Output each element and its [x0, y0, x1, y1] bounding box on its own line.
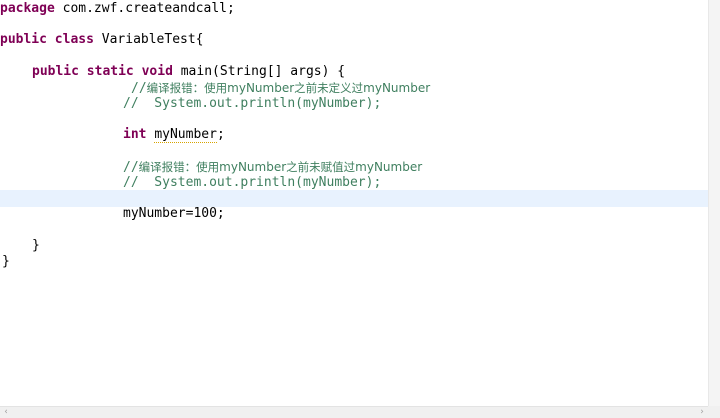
code-line-comment-undefined[interactable]: //编译报错：使用myNumber之前未定义过myNumber	[131, 80, 430, 96]
code-line-class-declaration[interactable]: public class VariableTest{	[0, 32, 204, 48]
code-line-commented-println[interactable]: // System.out.println(myNumber);	[123, 175, 381, 191]
keyword-void: void	[141, 64, 173, 79]
code-line-assignment[interactable]: myNumber=100;	[123, 206, 225, 222]
current-line-highlight	[0, 190, 708, 207]
vertical-scrollbar[interactable]	[708, 0, 720, 406]
comment-text-cn: 之前未定义过	[294, 81, 364, 95]
keyword-static: static	[86, 64, 134, 79]
keyword-class: class	[54, 32, 94, 47]
comment-text-cn: 之前未赋值过	[286, 160, 356, 174]
keyword-package: package	[0, 1, 55, 16]
code-line-method-close-brace[interactable]: }	[32, 238, 40, 254]
code-line-int-declaration[interactable]: int myNumber;	[123, 127, 225, 143]
comment-text-cn: 编译报错：使用	[146, 81, 228, 95]
variable-mynumber-warning[interactable]: myNumber	[154, 127, 217, 143]
comment-slashes: //	[123, 160, 139, 175]
keyword-public: public	[0, 32, 47, 47]
code-line-comment-unassigned[interactable]: //编译报错：使用myNumber之前未赋值过myNumber	[123, 159, 422, 175]
semicolon: ;	[216, 127, 225, 142]
code-line-main-method[interactable]: public static void main(String[] args) {	[32, 64, 345, 80]
code-line-commented-println[interactable]: // System.out.println(myNumber);	[123, 96, 381, 112]
scroll-left-arrow-icon[interactable]: ‹	[0, 407, 12, 418]
keyword-int: int	[123, 127, 147, 142]
comment-identifier: myNumber	[219, 160, 287, 174]
comment-slashes: //	[131, 81, 147, 96]
code-line-package[interactable]: package com.zwf.createandcall;	[0, 1, 235, 17]
keyword-public: public	[32, 64, 79, 79]
comment-identifier: myNumber	[227, 81, 295, 95]
comment-identifier: myNumber	[363, 81, 431, 95]
package-name: com.zwf.createandcall;	[54, 1, 235, 16]
code-editor[interactable]: package com.zwf.createandcall; public cl…	[0, 0, 708, 406]
code-line-class-close-brace[interactable]: }	[2, 254, 10, 270]
comment-identifier: myNumber	[355, 160, 423, 174]
scroll-right-arrow-icon[interactable]: ›	[696, 407, 708, 418]
comment-text-cn: 编译报错：使用	[138, 160, 220, 174]
method-signature: main(String[] args) {	[172, 64, 346, 79]
horizontal-scrollbar[interactable]: ‹ ›	[0, 406, 720, 418]
class-name: VariableTest{	[93, 32, 204, 47]
scrollbar-corner	[708, 406, 720, 418]
